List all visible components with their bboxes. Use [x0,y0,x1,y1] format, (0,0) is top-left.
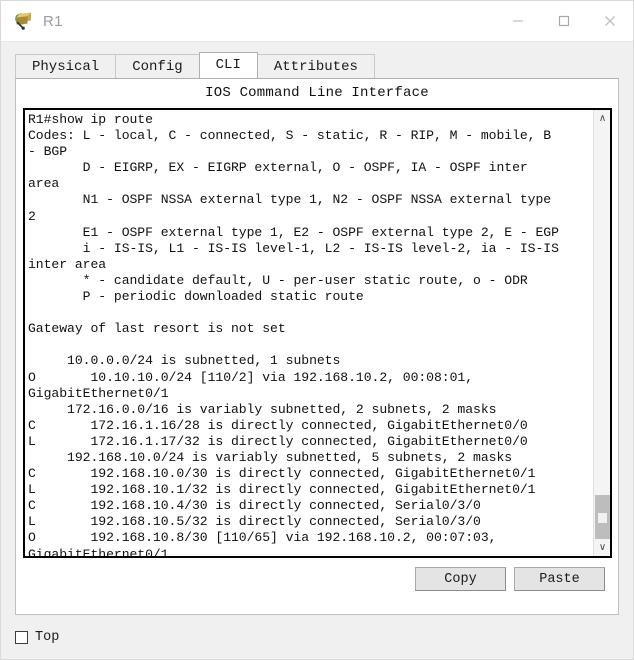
scroll-up-icon[interactable]: ∧ [594,110,610,127]
terminal-output[interactable]: R1#show ip route Codes: L - local, C - c… [25,110,593,556]
paste-button[interactable]: Paste [514,567,605,591]
maximize-button[interactable] [541,1,587,41]
scroll-down-icon[interactable]: ∨ [594,539,610,556]
top-checkbox-label: Top [35,629,60,645]
tab-strip: Physical Config CLI Attributes [1,50,633,78]
cli-panel: IOS Command Line Interface R1#show ip ro… [15,78,619,615]
tab-attributes[interactable]: Attributes [256,54,375,78]
footer-row: Top [1,615,633,659]
close-button[interactable] [587,1,633,41]
tab-physical[interactable]: Physical [15,54,117,78]
panel-heading: IOS Command Line Interface [205,85,429,101]
scrollbar-thumb-grip [598,513,607,523]
terminal-area: R1#show ip route Codes: L - local, C - c… [23,108,612,558]
title-bar: R1 [1,1,633,42]
top-checkbox[interactable] [15,630,28,644]
copy-button[interactable]: Copy [415,567,506,591]
router-cli-window: R1 Physical Config CLI Attributes IOS Co… [0,0,634,660]
window-title: R1 [43,12,63,30]
router-icon [13,10,35,32]
scrollbar-thumb[interactable] [595,495,610,541]
tab-config[interactable]: Config [115,54,200,78]
tab-cli[interactable]: CLI [198,52,258,78]
terminal-scrollbar[interactable]: ∧ ∨ [593,110,610,556]
window-controls [495,1,633,41]
action-button-row: Copy Paste [16,558,618,591]
minimize-button[interactable] [495,1,541,41]
